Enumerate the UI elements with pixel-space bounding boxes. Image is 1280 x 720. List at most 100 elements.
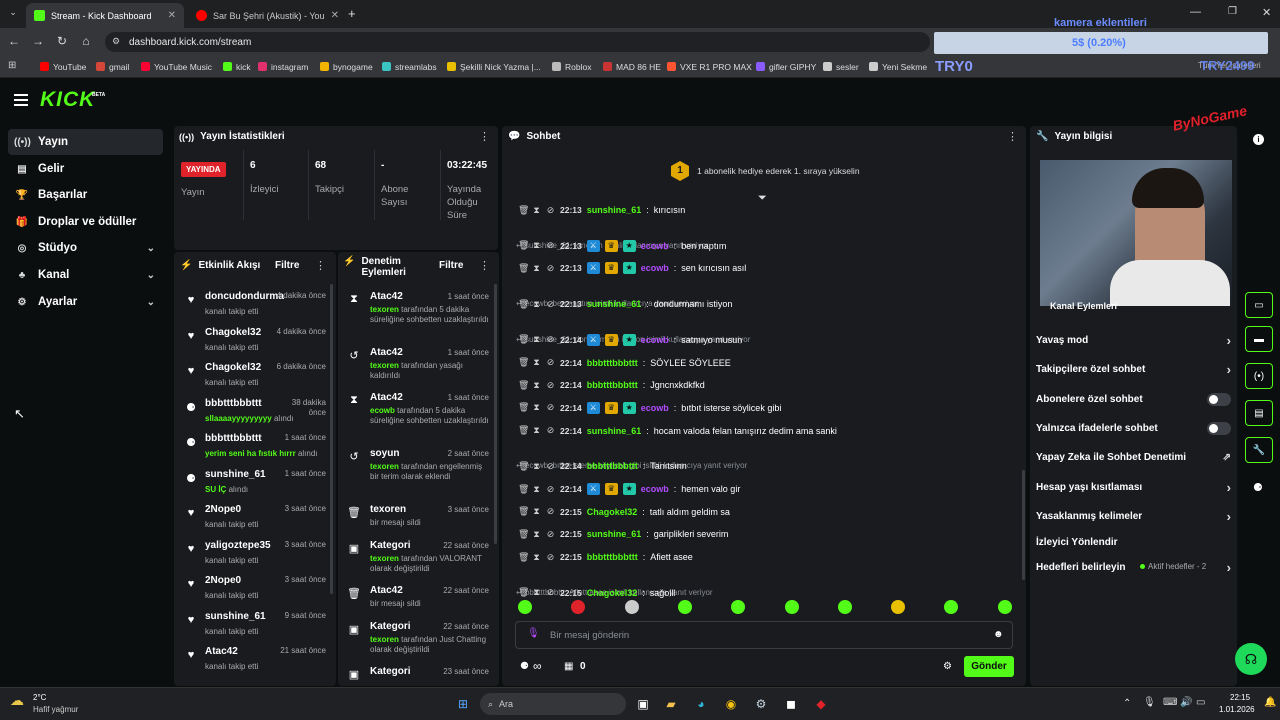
close-window-button[interactable]: ✕	[1262, 6, 1271, 19]
channel-action-5[interactable]: Hesap yaşı kısıtlaması ›	[1036, 476, 1231, 498]
apps-icon[interactable]: ⊞	[8, 60, 16, 71]
ban-icon[interactable]: ⊘	[546, 334, 555, 345]
kick-logo[interactable]: KICK	[40, 88, 95, 112]
bookmark-item[interactable]: streamlabs	[382, 58, 437, 75]
message-username[interactable]: ecowb	[641, 403, 669, 413]
channel-action-1[interactable]: Takipçilere özel sohbet ›	[1036, 358, 1231, 380]
bookmark-item[interactable]: YouTube Music	[141, 58, 212, 75]
timeout-icon[interactable]: ⧗	[532, 529, 541, 540]
ban-icon[interactable]: ⊘	[546, 380, 555, 391]
tray-network-icon[interactable]: ⌨	[1163, 697, 1177, 708]
close-tab-icon[interactable]: ✕	[168, 10, 176, 21]
tab-kick-dashboard[interactable]: Stream - Kick Dashboard ✕	[26, 3, 184, 28]
ban-icon[interactable]: ⊘	[546, 461, 555, 472]
delete-message-icon[interactable]: 🗑	[518, 529, 529, 540]
delete-message-icon[interactable]: 🗑	[518, 240, 529, 251]
bookmark-item[interactable]: Şekilli Nick Yazma |...	[447, 58, 541, 75]
maximize-button[interactable]: ❐	[1228, 6, 1237, 17]
timeout-icon[interactable]: ⧗	[532, 484, 541, 495]
ban-icon[interactable]: ⊘	[546, 587, 555, 598]
channel-action-4[interactable]: Yapay Zeka ile Sohbet Denetimi ⇗	[1036, 446, 1231, 468]
bookmark-item[interactable]: Yeni Sekme	[869, 58, 927, 75]
timeout-icon[interactable]: ⧗	[532, 380, 541, 391]
ban-icon[interactable]: ⊘	[546, 529, 555, 540]
timeout-icon[interactable]: ⧗	[532, 299, 541, 310]
delete-message-icon[interactable]: 🗑	[518, 263, 529, 274]
send-button[interactable]: Gönder	[964, 656, 1014, 677]
tray-mic-icon[interactable]: 🎙	[1143, 697, 1156, 708]
moderation-actor[interactable]: ecowb	[370, 406, 395, 415]
clock-time[interactable]: 22:15	[1230, 693, 1250, 702]
gift-banner[interactable]: 1 abonelik hediye ederek 1. sıraya yükse…	[697, 166, 860, 176]
channel-action-3[interactable]: Yalnızca ifadelerle sohbet	[1036, 417, 1231, 439]
message-username[interactable]: bbbtttbbbttt	[587, 552, 638, 562]
activity-username[interactable]: 2Nope0	[205, 504, 241, 515]
chat-settings-icon[interactable]: ⚙	[943, 661, 952, 672]
moderation-target[interactable]: Kategori	[370, 540, 411, 551]
store-icon[interactable]: ▦	[564, 661, 573, 672]
timeout-icon[interactable]: ⧗	[532, 506, 541, 517]
weather-icon[interactable]: ☁	[10, 692, 24, 709]
ban-icon[interactable]: ⊘	[546, 425, 555, 436]
ban-icon[interactable]: ⊘	[546, 205, 555, 216]
bookmark-item[interactable]: YouTube	[40, 58, 86, 75]
back-icon[interactable]: ←	[6, 34, 22, 48]
bookmark-item[interactable]: kick	[223, 58, 251, 75]
sidebar-item-droplar-ve-ödüller[interactable]: 🎁 Droplar ve ödüller	[8, 209, 163, 235]
sidebar-item-yayın[interactable]: ((•)) Yayın	[8, 129, 163, 155]
message-username[interactable]: Chagokel32	[587, 507, 638, 517]
moderation-actor[interactable]: texoren	[370, 554, 399, 563]
message-username[interactable]: ecowb	[641, 241, 669, 251]
message-username[interactable]: bbbtttbbbttt	[587, 461, 638, 471]
tray-chevron-icon[interactable]: ⌃	[1123, 698, 1131, 709]
activity-scrollbar[interactable]	[330, 284, 333, 594]
timeout-icon[interactable]: ⧗	[532, 240, 541, 251]
delete-message-icon[interactable]: 🗑	[518, 552, 529, 563]
minimize-button[interactable]: —	[1190, 6, 1201, 18]
activity-username[interactable]: bbbtttbbbttt	[205, 398, 262, 409]
explorer-icon[interactable]: ▰	[660, 693, 682, 715]
menu-icon[interactable]	[14, 94, 28, 106]
chrome-icon[interactable]: ◉	[720, 693, 742, 715]
tab-youtube[interactable]: Sar Bu Şehri (Akustik) - You ✕	[188, 3, 340, 28]
timeout-icon[interactable]: ⧗	[532, 587, 541, 598]
delete-message-icon[interactable]: 🗑	[518, 587, 529, 598]
sidebar-item-kanal[interactable]: ♣ Kanal ⌄	[8, 262, 163, 288]
app-red-icon[interactable]: ◆	[810, 693, 832, 715]
taskbar-search[interactable]: ⌕ Ara	[480, 693, 626, 715]
ban-icon[interactable]: ⊘	[546, 357, 555, 368]
home-icon[interactable]: ⌂	[78, 34, 94, 48]
microphone-icon[interactable]: 🎙	[527, 628, 540, 639]
reload-icon[interactable]: ↻	[54, 34, 70, 48]
message-username[interactable]: ecowb	[641, 335, 669, 345]
message-username[interactable]: bbbtttbbbttt	[587, 380, 638, 390]
bookmark-item[interactable]: gifler GIPHY	[756, 58, 816, 75]
url-field[interactable]: dashboard.kick.com/stream	[105, 32, 930, 52]
emote-icon[interactable]	[997, 600, 1012, 614]
tray-volume-icon[interactable]: 🔊	[1180, 697, 1192, 708]
moderation-target[interactable]: Atac42	[370, 392, 403, 403]
emote-icon[interactable]	[624, 600, 639, 614]
timeout-icon[interactable]: ⧗	[532, 205, 541, 216]
emoji-picker-icon[interactable]: ☻	[993, 629, 1004, 640]
sidebar-item-başarılar[interactable]: 🏆 Başarılar	[8, 182, 163, 208]
delete-message-icon[interactable]: 🗑	[518, 357, 529, 368]
moderation-actor[interactable]: texoren	[370, 462, 399, 471]
tab-search-button[interactable]: ⌄	[6, 7, 20, 21]
activity-username[interactable]: sunshine_61	[205, 469, 266, 480]
timeout-icon[interactable]: ⧗	[532, 357, 541, 368]
activity-username[interactable]: sunshine_61	[205, 611, 266, 622]
emote-icon[interactable]	[518, 600, 532, 614]
timeout-icon[interactable]: ⧗	[532, 425, 541, 436]
channel-action-2[interactable]: Abonelere özel sohbet	[1036, 388, 1231, 410]
activity-username[interactable]: Chagokel32	[205, 362, 261, 373]
message-username[interactable]: Chagokel32	[587, 588, 638, 598]
activity-username[interactable]: 2Nope0	[205, 575, 241, 586]
delete-message-icon[interactable]: 🗑	[518, 299, 529, 310]
emote-icon[interactable]	[784, 600, 799, 614]
timeout-icon[interactable]: ⧗	[532, 461, 541, 472]
timeout-icon[interactable]: ⧗	[532, 552, 541, 563]
delete-message-icon[interactable]: 🗑	[518, 380, 529, 391]
message-username[interactable]: sunshine_61	[587, 426, 642, 436]
moderation-scrollbar[interactable]	[494, 284, 497, 544]
